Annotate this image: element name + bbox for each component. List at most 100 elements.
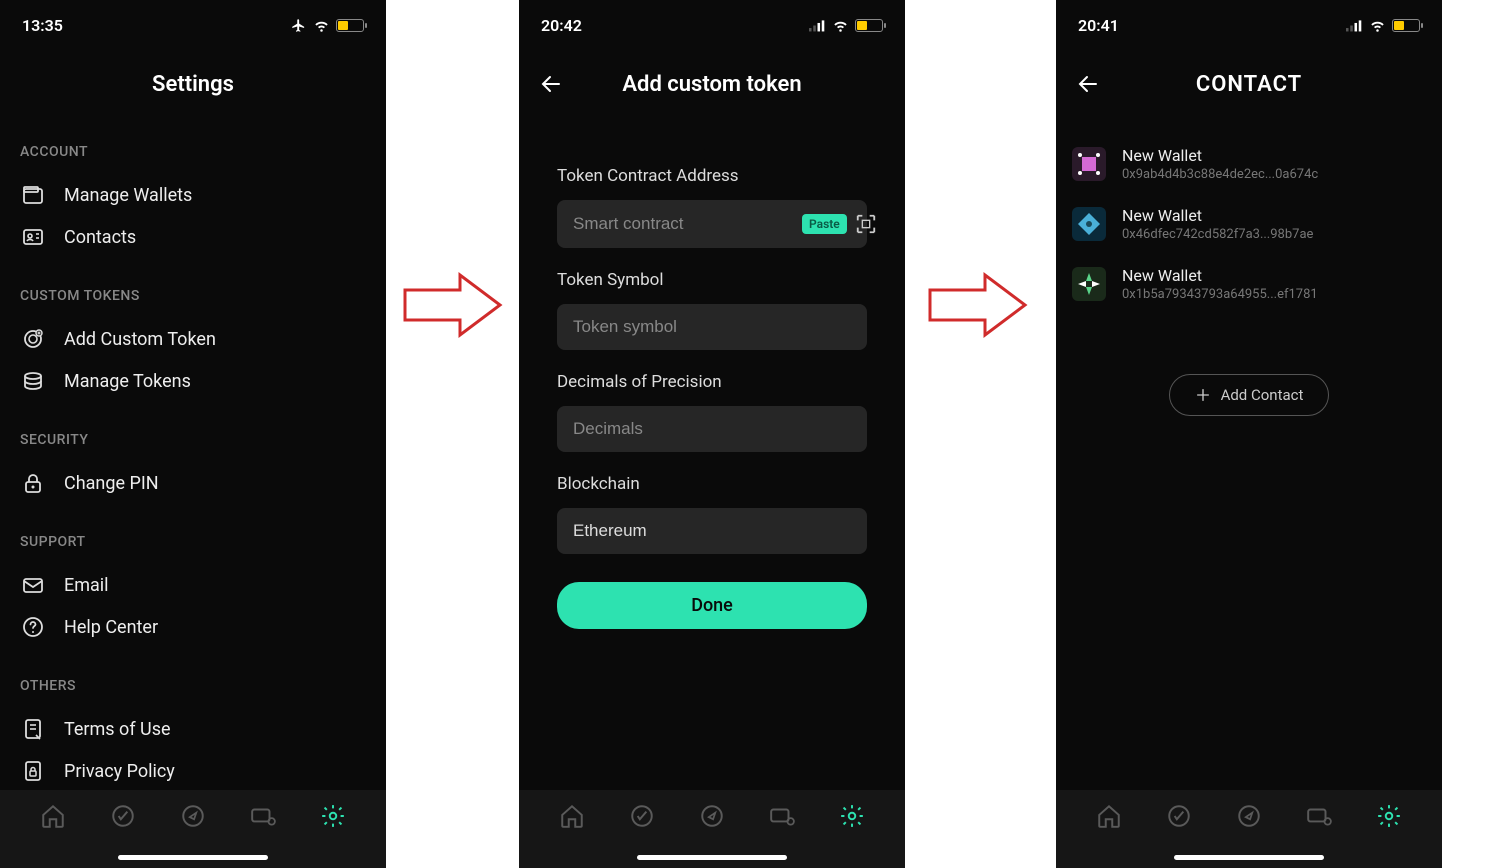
mail-icon: [20, 572, 46, 598]
status-bar: 20:41: [1056, 6, 1442, 44]
tab-assets[interactable]: [1305, 802, 1333, 830]
contact-address: 0x46dfec742cd582f7a3...98b7ae: [1122, 227, 1313, 242]
privacy-icon: [20, 758, 46, 784]
wallet-icon: [20, 182, 46, 208]
contact-row[interactable]: New Wallet 0x1b5a79343793a64955...ef1781: [1072, 254, 1426, 314]
token-add-icon: [20, 326, 46, 352]
status-bar: 13:35: [0, 6, 386, 44]
qr-scan-icon[interactable]: [855, 213, 877, 235]
decimals-field[interactable]: [573, 419, 851, 439]
airplane-icon: [290, 18, 307, 33]
tab-assets[interactable]: [249, 802, 277, 830]
paste-button[interactable]: Paste: [802, 214, 847, 234]
row-label: Change PIN: [64, 473, 159, 494]
tab-settings[interactable]: [319, 802, 347, 830]
avatar: [1072, 147, 1106, 181]
tab-explore[interactable]: [179, 802, 207, 830]
back-button[interactable]: [1074, 72, 1102, 100]
settings-item-add-custom-token[interactable]: Add Custom Token: [20, 318, 366, 360]
lock-icon: [20, 470, 46, 496]
wifi-icon: [832, 18, 849, 33]
input-token-symbol[interactable]: [557, 304, 867, 350]
settings-item-contacts[interactable]: Contacts: [20, 216, 366, 258]
wifi-icon: [313, 18, 330, 33]
tab-activity[interactable]: [628, 802, 656, 830]
label-decimals: Decimals of Precision: [557, 372, 867, 392]
header: CONTACT: [1056, 54, 1442, 114]
add-contact-label: Add Contact: [1221, 386, 1304, 404]
settings-item-email[interactable]: Email: [20, 564, 366, 606]
contract-address-field[interactable]: [573, 214, 794, 234]
contact-name: New Wallet: [1122, 206, 1313, 225]
tab-settings[interactable]: [838, 802, 866, 830]
avatar: [1072, 267, 1106, 301]
tab-explore[interactable]: [1235, 802, 1263, 830]
settings-item-terms[interactable]: Terms of Use: [20, 708, 366, 750]
contacts-icon: [20, 224, 46, 250]
tab-home[interactable]: [558, 802, 586, 830]
plus-icon: [1195, 387, 1211, 403]
screen-contact: 20:41 CONTACT New Wallet 0x9ab4d4b3c88e4…: [1056, 0, 1442, 868]
settings-item-privacy[interactable]: Privacy Policy: [20, 750, 366, 792]
status-time: 13:35: [22, 16, 63, 35]
status-bar: 20:42: [519, 6, 905, 44]
label-token-symbol: Token Symbol: [557, 270, 867, 290]
wifi-icon: [1369, 18, 1386, 33]
settings-item-manage-wallets[interactable]: Manage Wallets: [20, 174, 366, 216]
page-title: CONTACT: [1196, 72, 1302, 97]
battery-icon: [336, 19, 364, 32]
tab-activity[interactable]: [1165, 802, 1193, 830]
row-label: Manage Wallets: [64, 185, 192, 206]
blockchain-field[interactable]: [573, 521, 851, 541]
contact-row[interactable]: New Wallet 0x9ab4d4b3c88e4de2ec...0a674c: [1072, 134, 1426, 194]
back-button[interactable]: [537, 72, 565, 100]
input-contract-address[interactable]: Paste: [557, 200, 867, 248]
row-label: Terms of Use: [64, 719, 171, 740]
home-indicator: [118, 855, 268, 860]
settings-item-change-pin[interactable]: Change PIN: [20, 462, 366, 504]
page-title: Settings: [152, 72, 234, 97]
done-button[interactable]: Done: [557, 582, 867, 629]
section-header-custom-tokens: CUSTOM TOKENS: [20, 288, 366, 304]
tab-activity[interactable]: [109, 802, 137, 830]
status-time: 20:41: [1078, 16, 1119, 35]
contact-address: 0x9ab4d4b3c88e4de2ec...0a674c: [1122, 167, 1318, 182]
settings-item-manage-tokens[interactable]: Manage Tokens: [20, 360, 366, 402]
tokens-icon: [20, 368, 46, 394]
tab-home[interactable]: [39, 802, 67, 830]
tab-home[interactable]: [1095, 802, 1123, 830]
row-label: Email: [64, 575, 109, 596]
header: Add custom token: [519, 54, 905, 114]
select-blockchain[interactable]: [557, 508, 867, 554]
label-contract-address: Token Contract Address: [557, 166, 867, 186]
section-header-others: OTHERS: [20, 678, 366, 694]
screen-settings: 13:35 Settings ACCOUNT Manage Wallets Co…: [0, 0, 386, 868]
row-label: Privacy Policy: [64, 761, 175, 782]
battery-icon: [855, 19, 883, 32]
settings-item-help-center[interactable]: Help Center: [20, 606, 366, 648]
contact-name: New Wallet: [1122, 266, 1318, 285]
avatar: [1072, 207, 1106, 241]
row-label: Manage Tokens: [64, 371, 191, 392]
add-contact-button[interactable]: Add Contact: [1169, 374, 1329, 416]
status-time: 20:42: [541, 16, 582, 35]
flow-arrow: [925, 270, 1030, 340]
token-symbol-field[interactable]: [573, 317, 851, 337]
row-label: Contacts: [64, 227, 136, 248]
section-header-support: SUPPORT: [20, 534, 366, 550]
input-decimals[interactable]: [557, 406, 867, 452]
tab-assets[interactable]: [768, 802, 796, 830]
header: Settings: [0, 54, 386, 114]
home-indicator: [1174, 855, 1324, 860]
section-header-account: ACCOUNT: [20, 144, 366, 160]
battery-icon: [1392, 19, 1420, 32]
label-blockchain: Blockchain: [557, 474, 867, 494]
page-title: Add custom token: [622, 72, 801, 97]
row-label: Help Center: [64, 617, 158, 638]
tab-explore[interactable]: [698, 802, 726, 830]
home-indicator: [637, 855, 787, 860]
contact-name: New Wallet: [1122, 146, 1318, 165]
tab-settings[interactable]: [1375, 802, 1403, 830]
flow-arrow: [400, 270, 505, 340]
contact-row[interactable]: New Wallet 0x46dfec742cd582f7a3...98b7ae: [1072, 194, 1426, 254]
